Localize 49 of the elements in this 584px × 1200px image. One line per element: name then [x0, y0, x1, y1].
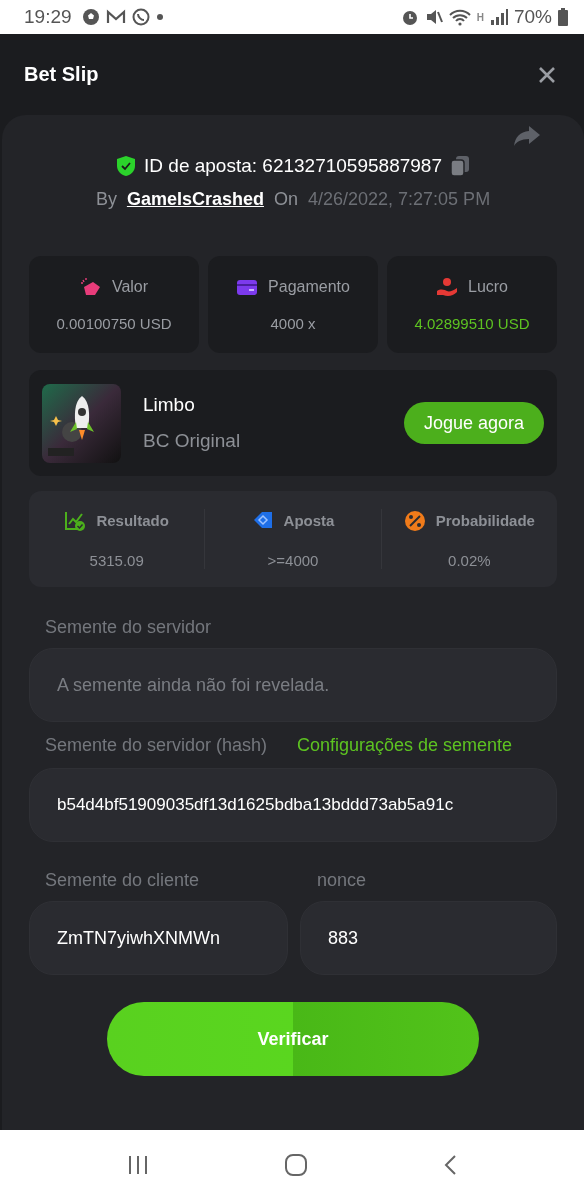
- input-field[interactable]: ZmTN7yiwhXNMWn: [29, 901, 288, 975]
- battery-icon: [558, 8, 568, 26]
- detail-value: 0.02%: [448, 551, 491, 569]
- mail-icon: [105, 9, 126, 25]
- detail-label: Resultado: [96, 512, 169, 529]
- recent-apps-icon[interactable]: [127, 1155, 150, 1175]
- dot-icon: [155, 13, 164, 21]
- wifi-icon: [448, 8, 471, 26]
- detail-label: Probabilidade: [435, 512, 535, 529]
- detail-value: >=4000: [267, 551, 319, 569]
- field-label: nonce: [316, 870, 367, 891]
- field-label: Semente do servidor: [44, 617, 213, 638]
- stat-label: Lucro: [468, 278, 508, 296]
- card-icon: [236, 277, 259, 297]
- seed-settings-link[interactable]: Configurações de semente: [297, 736, 513, 754]
- shield-check-icon: [116, 155, 137, 177]
- home-icon[interactable]: [284, 1153, 308, 1177]
- stat-label: Valor: [111, 278, 149, 296]
- stat-value: 4.02899510 USD: [414, 315, 530, 332]
- stat-label: Pagamento: [268, 278, 350, 296]
- status-time: 19:29: [24, 6, 72, 28]
- mute-icon: [424, 8, 443, 26]
- bet-id: ID de aposta: 62132710595887987: [144, 155, 442, 177]
- signal-icon: [489, 9, 508, 25]
- by-label: By: [95, 189, 117, 210]
- field-label: Semente do servidor (hash): [44, 736, 269, 754]
- field-label: Semente do cliente: [44, 870, 201, 891]
- game-provider: BC Original: [143, 430, 242, 452]
- percent-icon: [403, 509, 426, 532]
- input-field[interactable]: 883: [300, 901, 557, 975]
- panel-title: Bet Slip: [24, 63, 100, 86]
- back-icon[interactable]: [442, 1154, 457, 1176]
- user-link[interactable]: GameIsCrashed: [126, 189, 264, 210]
- on-label: On: [273, 189, 298, 210]
- stat-value: 4000 x: [270, 315, 316, 332]
- copy-icon[interactable]: [449, 155, 470, 177]
- battery-level: 70%: [513, 6, 552, 28]
- share-icon[interactable]: [513, 125, 541, 147]
- detail-value: 5315.09: [89, 551, 144, 569]
- close-icon[interactable]: [538, 65, 556, 84]
- game-name: Limbo: [143, 394, 196, 416]
- network-type: H: [476, 11, 484, 23]
- bet-date: 4/26/2022, 7:27:05 PM: [308, 189, 491, 210]
- stat-value: 0.00100750 USD: [56, 315, 172, 332]
- chat-icon: [131, 8, 150, 26]
- ball-icon: [81, 8, 100, 26]
- chart-check-icon: [64, 509, 87, 532]
- detail-label: Aposta: [283, 512, 335, 529]
- input-field[interactable]: b54d4bf51909035df13d1625bdba13bddd73ab5a91c: [29, 768, 557, 842]
